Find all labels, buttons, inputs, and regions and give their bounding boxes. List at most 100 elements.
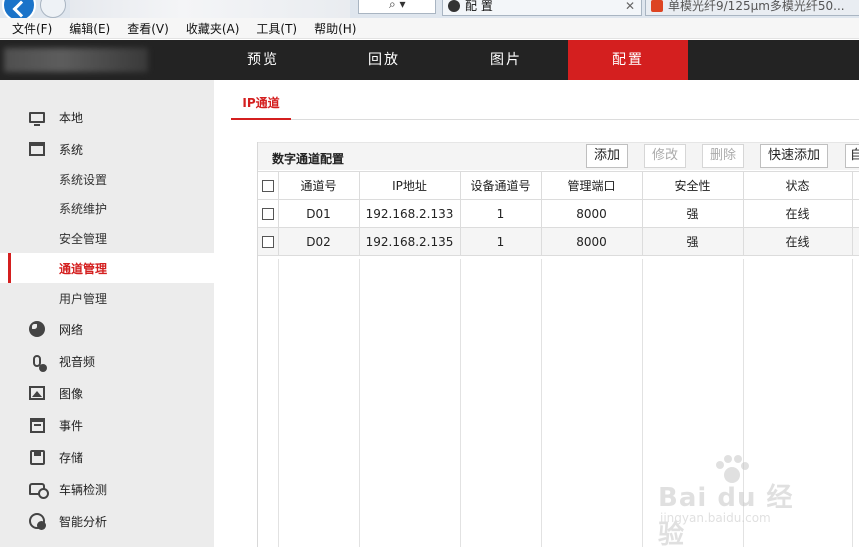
- sidebar-item-network[interactable]: 网络: [0, 314, 214, 344]
- tab-favicon-icon: [448, 0, 460, 12]
- sidebar-item-system-settings[interactable]: 系统设置: [0, 164, 214, 194]
- cell-security: 强: [642, 199, 744, 228]
- search-box[interactable]: ⌕ ▾: [358, 0, 436, 14]
- sidebar-item-label: 智能分析: [59, 514, 108, 529]
- table-row[interactable]: D01 192.168.2.133 1 8000 强 在线: [258, 199, 859, 228]
- menu-file[interactable]: 文件(F): [12, 20, 52, 37]
- sidebar-item-label: 网络: [59, 322, 84, 337]
- menu-help[interactable]: 帮助(H): [314, 20, 356, 37]
- cell-channel: D01: [278, 199, 360, 228]
- menu-bar: 文件(F) 编辑(E) 查看(V) 收藏夹(A) 工具(T) 帮助(H): [0, 18, 859, 39]
- row-checkbox[interactable]: [258, 199, 279, 228]
- tab-picture[interactable]: 图片: [446, 40, 566, 80]
- browser-tab-config[interactable]: 配 置 ✕: [442, 0, 642, 16]
- menu-edit[interactable]: 编辑(E): [69, 20, 110, 37]
- cell-security: 强: [642, 227, 744, 256]
- app-header: 预览 回放 图片 配置: [0, 40, 859, 80]
- sidebar-item-audio-video[interactable]: 视音频: [0, 346, 214, 376]
- smart-analysis-icon: [28, 512, 46, 530]
- cell-status: 在线: [743, 227, 853, 256]
- column-header[interactable]: IP地址: [359, 171, 461, 200]
- forward-icon[interactable]: [40, 0, 66, 18]
- channel-table: 通道号 IP地址 设备通道号 管理端口 安全性 状态 D01 192.168.2…: [258, 171, 859, 256]
- sidebar-item-label: 系统维护: [59, 201, 108, 216]
- sidebar-item-system-maintenance[interactable]: 系统维护: [0, 193, 214, 223]
- column-header[interactable]: 管理端口: [541, 171, 643, 200]
- sidebar-item-label: 车辆检测: [59, 482, 108, 497]
- cell-status: 在线: [743, 199, 853, 228]
- tab-title: 单模光纤9/125μm多模光纤50...: [668, 0, 845, 13]
- cell-ip: 192.168.2.135: [359, 227, 461, 256]
- cell-port: 8000: [541, 227, 643, 256]
- car-search-icon: [28, 480, 49, 499]
- modify-button[interactable]: 修改: [644, 144, 687, 168]
- auto-button[interactable]: 自: [845, 144, 859, 168]
- sidebar-item-label: 本地: [59, 110, 84, 125]
- panel-toolbar: 数字通道配置 添加 修改 删除 快速添加 自: [258, 142, 859, 170]
- sidebar-item-user-management[interactable]: 用户管理: [0, 283, 214, 313]
- sidebar-item-label: 用户管理: [59, 291, 108, 306]
- sidebar-item-label: 视音频: [59, 354, 96, 369]
- baidu-watermark: Bai du 经验 jingyan.baidu.com: [652, 455, 812, 547]
- select-all-checkbox[interactable]: [258, 171, 279, 200]
- sidebar: 本地 系统 系统设置 系统维护 安全管理 通道管理 用户管理 网络 视音频 图像…: [0, 80, 214, 547]
- table-header-row: 通道号 IP地址 设备通道号 管理端口 安全性 状态: [258, 171, 859, 200]
- panel-title: 数字通道配置: [272, 152, 345, 166]
- column-header[interactable]: 设备通道号: [460, 171, 542, 200]
- sidebar-item-label: 通道管理: [59, 261, 108, 276]
- calendar-icon: [28, 416, 46, 434]
- address-bar[interactable]: [70, 0, 350, 18]
- sidebar-item-smart-analysis[interactable]: 智能分析: [0, 506, 214, 536]
- sidebar-item-image[interactable]: 图像: [0, 378, 214, 408]
- cell-device-channel: 1: [460, 199, 542, 228]
- table-row[interactable]: D02 192.168.2.135 1 8000 强 在线: [258, 227, 859, 256]
- tab-playback[interactable]: 回放: [324, 40, 444, 80]
- image-icon: [28, 384, 46, 402]
- browser-toolbar: ⌕ ▾ 配 置 ✕ 单模光纤9/125μm多模光纤50...: [0, 0, 859, 22]
- tab-config[interactable]: 配置: [568, 40, 688, 80]
- column-header[interactable]: 状态: [743, 171, 853, 200]
- monitor-icon: [28, 108, 46, 126]
- globe-icon: [28, 320, 46, 338]
- tab-favicon-icon: [651, 0, 663, 12]
- cell-port: 8000: [541, 199, 643, 228]
- menu-tools[interactable]: 工具(T): [256, 20, 297, 37]
- column-header: [852, 171, 859, 200]
- delete-button[interactable]: 删除: [702, 144, 745, 168]
- sidebar-item-storage[interactable]: 存储: [0, 442, 214, 472]
- add-button[interactable]: 添加: [586, 144, 629, 168]
- sidebar-item-local[interactable]: 本地: [0, 102, 214, 132]
- watermark-url: jingyan.baidu.com: [660, 511, 771, 525]
- menu-view[interactable]: 查看(V): [127, 20, 169, 37]
- sidebar-item-label: 系统设置: [59, 172, 108, 187]
- tab-preview[interactable]: 预览: [203, 40, 323, 80]
- cell-channel: D02: [278, 227, 360, 256]
- row-checkbox[interactable]: [258, 227, 279, 256]
- cell-ip: 192.168.2.133: [359, 199, 461, 228]
- search-icon[interactable]: ⌕ ▾: [389, 0, 406, 12]
- sidebar-item-label: 系统: [59, 142, 84, 157]
- sidebar-item-security[interactable]: 安全管理: [0, 223, 214, 253]
- tab-ip-channel[interactable]: IP通道: [231, 94, 291, 120]
- logo: [4, 48, 148, 72]
- sidebar-item-channel-management[interactable]: 通道管理: [0, 253, 214, 283]
- sidebar-item-label: 存储: [59, 450, 84, 465]
- sidebar-item-label: 安全管理: [59, 231, 108, 246]
- tab-title: 配 置: [465, 0, 493, 13]
- microphone-icon: [28, 352, 47, 372]
- sidebar-item-vehicle-detection[interactable]: 车辆检测: [0, 474, 214, 504]
- close-icon[interactable]: ✕: [625, 0, 635, 13]
- browser-tab-fiber[interactable]: 单模光纤9/125μm多模光纤50...: [645, 0, 859, 16]
- sidebar-item-label: 事件: [59, 418, 84, 433]
- disk-icon: [28, 448, 46, 466]
- sidebar-item-system[interactable]: 系统: [0, 134, 214, 164]
- quick-add-button[interactable]: 快速添加: [760, 144, 829, 168]
- column-header[interactable]: 通道号: [278, 171, 360, 200]
- column-header[interactable]: 安全性: [642, 171, 744, 200]
- sidebar-item-event[interactable]: 事件: [0, 410, 214, 440]
- cell-device-channel: 1: [460, 227, 542, 256]
- menu-favorites[interactable]: 收藏夹(A): [186, 20, 240, 37]
- window-icon: [28, 140, 46, 158]
- sidebar-item-label: 图像: [59, 386, 84, 401]
- sub-tab-bar: IP通道: [231, 80, 859, 120]
